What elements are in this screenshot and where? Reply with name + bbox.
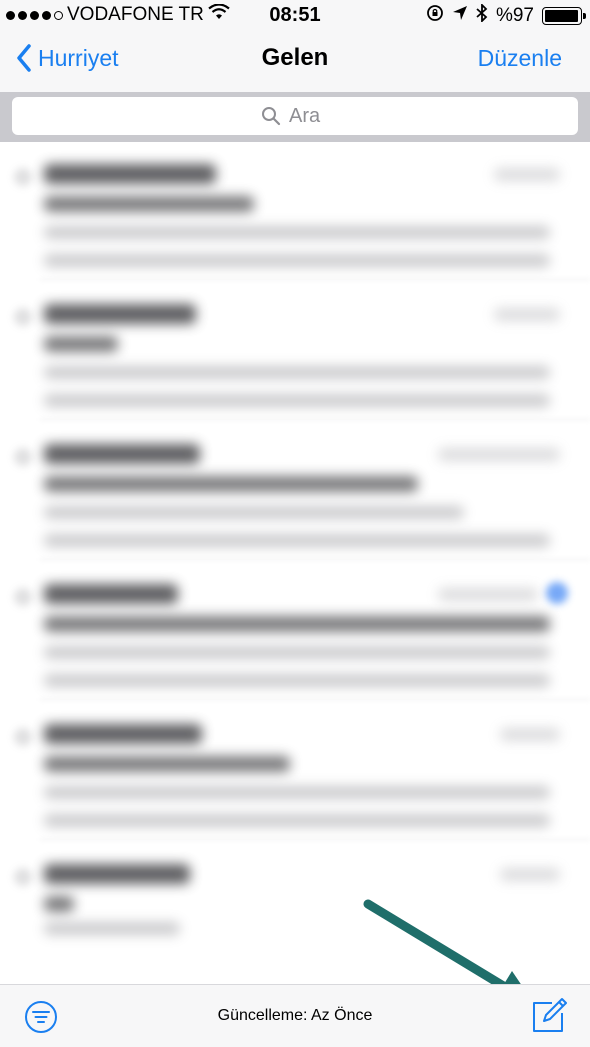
search-field[interactable] — [12, 97, 578, 135]
back-button[interactable]: Hurriyet — [16, 44, 119, 72]
bluetooth-icon — [476, 2, 488, 28]
search-input[interactable] — [289, 104, 329, 128]
back-button-label: Hurriyet — [38, 44, 119, 71]
battery-icon — [542, 7, 586, 25]
list-item[interactable] — [0, 142, 590, 280]
compose-button[interactable] — [530, 997, 568, 1035]
list-item[interactable] — [0, 282, 590, 420]
list-item[interactable] — [0, 422, 590, 560]
mail-list — [0, 142, 590, 984]
navigation-bar: Hurriyet Gelen Düzenle — [0, 30, 590, 92]
battery-percent: %97 — [495, 5, 534, 26]
status-bar: VODAFONE TR 08:51 %97 — [0, 0, 590, 30]
search-icon — [262, 107, 281, 126]
compose-icon — [533, 998, 567, 1032]
list-item[interactable] — [0, 842, 590, 980]
edit-button[interactable]: Düzenle — [478, 45, 562, 72]
location-arrow-icon — [452, 5, 468, 27]
rotation-lock-icon — [426, 4, 444, 28]
status-right: %97 — [426, 2, 586, 28]
bottom-toolbar: Güncelleme: Az Önce — [0, 984, 590, 1047]
list-item[interactable] — [0, 702, 590, 840]
update-status: Güncelleme: Az Önce — [217, 1007, 373, 1024]
list-item[interactable] — [0, 562, 590, 700]
search-bar — [0, 92, 590, 142]
mail-inbox-screen: VODAFONE TR 08:51 %97 Hurriyet Gelen Düz… — [0, 0, 590, 1047]
chevron-left-icon — [17, 44, 31, 72]
